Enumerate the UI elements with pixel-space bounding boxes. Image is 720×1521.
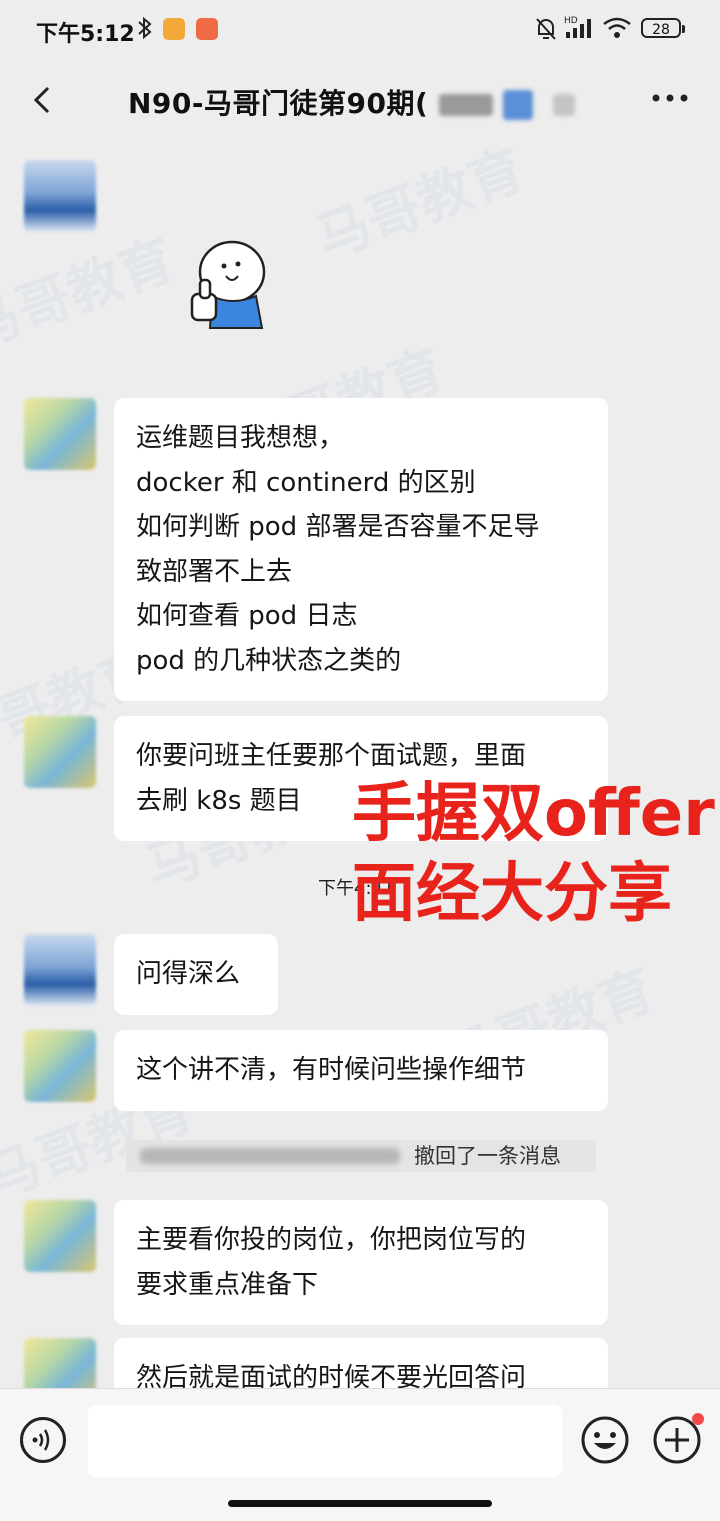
- blurred-title-segment: [438, 94, 493, 116]
- avatar[interactable]: [24, 1200, 96, 1272]
- emoji-button[interactable]: [580, 1415, 630, 1465]
- message-line: 主要看你投的岗位，你把岗位写的: [136, 1225, 527, 1255]
- blurred-sender-name: [140, 1148, 400, 1164]
- blurred-title-icon: [502, 90, 533, 120]
- avatar[interactable]: [24, 934, 96, 1006]
- watermark: 马哥教育: [307, 140, 532, 271]
- chat-header: N90-马哥门徒第90期(: [0, 60, 720, 140]
- signal-icon: HD: [564, 14, 594, 44]
- notification-app-icon: [163, 18, 185, 40]
- message-line: 你要问班主任要那个面试题，里面: [136, 741, 527, 771]
- back-arrow-icon: [33, 86, 50, 114]
- back-button[interactable]: [24, 80, 64, 120]
- message-line: 要求重点准备下: [136, 1269, 319, 1300]
- thumbs-up-sticker[interactable]: [186, 236, 270, 332]
- message-line: pod 的几种状态之类的: [136, 645, 402, 676]
- voice-input-button[interactable]: [20, 1417, 66, 1463]
- recall-notice: 撤回了一条消息: [126, 1140, 596, 1172]
- status-time: 下午5:12: [36, 22, 135, 47]
- chat-message-list[interactable]: 马哥教育 马哥教育 马哥教育 马哥教育 马哥教育 马哥教育 马哥教育 运维题目我…: [0, 140, 720, 1390]
- bluetooth-icon: [136, 16, 154, 44]
- message-line: 这个讲不清，有时候问些操作细节: [136, 1055, 527, 1085]
- wifi-icon: [602, 16, 632, 44]
- message-line: 问得深么: [136, 959, 241, 989]
- message-line: 如何判断 pod 部署是否容量不足导: [136, 512, 540, 542]
- message-bubble[interactable]: 问得深么: [114, 934, 278, 1015]
- avatar[interactable]: [24, 716, 96, 788]
- message-bubble[interactable]: 运维题目我想想， docker 和 continerd 的区别 如何判断 pod…: [114, 398, 608, 701]
- svg-text:HD: HD: [564, 16, 578, 26]
- recall-notice-text: 撤回了一条消息: [414, 1144, 561, 1168]
- chat-title-text: N90-马哥门徒第90期(: [128, 87, 429, 120]
- message-line: 运维题目我想想，: [136, 423, 345, 453]
- sticker-thumbs-up-icon: [190, 240, 266, 329]
- promo-overlay-line-1: 手握双offer: [352, 777, 715, 851]
- message-bubble[interactable]: 然后就是面试的时候不要光回答问: [114, 1338, 608, 1390]
- message-line: docker 和 continerd 的区别: [136, 467, 476, 498]
- avatar[interactable]: [24, 1338, 96, 1390]
- battery-indicator: 28: [641, 18, 685, 38]
- blurred-title-segment-2: [553, 94, 576, 116]
- watermark: 马哥教育: [0, 227, 182, 361]
- avatar[interactable]: [24, 160, 96, 232]
- avatar[interactable]: [24, 1030, 96, 1102]
- message-input[interactable]: [88, 1405, 562, 1477]
- chat-title: N90-马哥门徒第90期(: [128, 82, 576, 122]
- message-bubble[interactable]: 主要看你投的岗位，你把岗位写的 要求重点准备下: [114, 1200, 608, 1325]
- notification-app-icon-2: [196, 18, 218, 40]
- voice-wave-icon: [32, 1429, 50, 1451]
- status-bar: 下午5:12 HD 28: [0, 0, 720, 60]
- message-bubble[interactable]: 这个讲不清，有时候问些操作细节: [114, 1030, 608, 1111]
- more-options-button[interactable]: [650, 88, 690, 108]
- emoji-face-icon: [581, 1416, 629, 1464]
- more-dots-icon: [652, 94, 688, 102]
- promo-overlay-line-2: 面经大分享: [352, 857, 672, 931]
- home-indicator[interactable]: [228, 1500, 492, 1507]
- message-line: 如何查看 pod 日志: [136, 601, 358, 631]
- mute-bell-icon: [534, 16, 558, 46]
- notification-dot: [692, 1413, 704, 1425]
- message-line: 然后就是面试的时候不要光回答问: [136, 1363, 527, 1390]
- message-line: 致部署不上去: [136, 556, 293, 587]
- avatar[interactable]: [24, 398, 96, 470]
